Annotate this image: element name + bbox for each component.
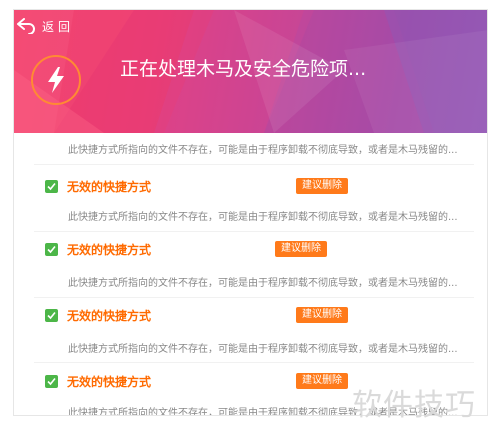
list-item-title: 无效的快捷方式 [67, 308, 152, 323]
item-checkbox[interactable] [45, 179, 58, 193]
list-item-title: 无效的快捷方式 [67, 179, 152, 194]
checkmark-icon [47, 311, 56, 319]
suggest-delete-button[interactable]: 建议删除 [275, 241, 327, 257]
back-label: 返回 [42, 19, 75, 34]
list-item-title: 无效的快捷方式 [67, 374, 152, 389]
checkmark-icon [47, 377, 56, 385]
list-item-description: 此快捷方式所指向的文件不存在，可能是由于程序卸载不彻底导致，或者是木马残留的..… [68, 212, 458, 223]
list-item-description: 此快捷方式所指向的文件不存在，可能是由于程序卸载不彻底导致，或者是木马残留的..… [68, 344, 458, 355]
divider [34, 164, 474, 165]
lightning-bolt-icon [31, 55, 81, 105]
checkmark-icon [47, 182, 56, 190]
item-checkbox[interactable] [45, 308, 58, 322]
checkmark-icon [47, 245, 56, 253]
back-button[interactable]: 返回 [16, 14, 74, 38]
page-title: 正在处理木马及安全危险项... [120, 58, 367, 80]
list-item: 无效的快捷方式 [45, 178, 151, 194]
header-banner: 返回 正在处理木马及安全危险项... [14, 10, 487, 133]
divider [34, 231, 474, 232]
list-item: 无效的快捷方式 [45, 307, 151, 323]
divider [34, 297, 474, 298]
security-cleanup-window: 返回 正在处理木马及安全危险项... 此快捷方式所指向的文件不存在，可能是由于程… [13, 9, 488, 416]
list-item: 无效的快捷方式 [45, 373, 151, 389]
item-checkbox[interactable] [45, 242, 58, 256]
list-item-title: 无效的快捷方式 [67, 242, 152, 257]
suggest-delete-button[interactable]: 建议删除 [296, 178, 348, 194]
back-arrow-icon [17, 18, 35, 34]
list-item-description: 此快捷方式所指向的文件不存在，可能是由于程序卸载不彻底导致，或者是木马残留的..… [68, 278, 458, 289]
suggest-delete-button[interactable]: 建议删除 [296, 373, 348, 389]
watermark: 软件技巧 [352, 388, 476, 423]
suggest-delete-button[interactable]: 建议删除 [296, 307, 348, 323]
list-item-description: 此快捷方式所指向的文件不存在，可能是由于程序卸载不彻底导致，或者是木马残留的..… [68, 145, 458, 156]
list-item: 无效的快捷方式 [45, 241, 151, 257]
item-checkbox[interactable] [45, 374, 58, 388]
divider [34, 362, 474, 363]
